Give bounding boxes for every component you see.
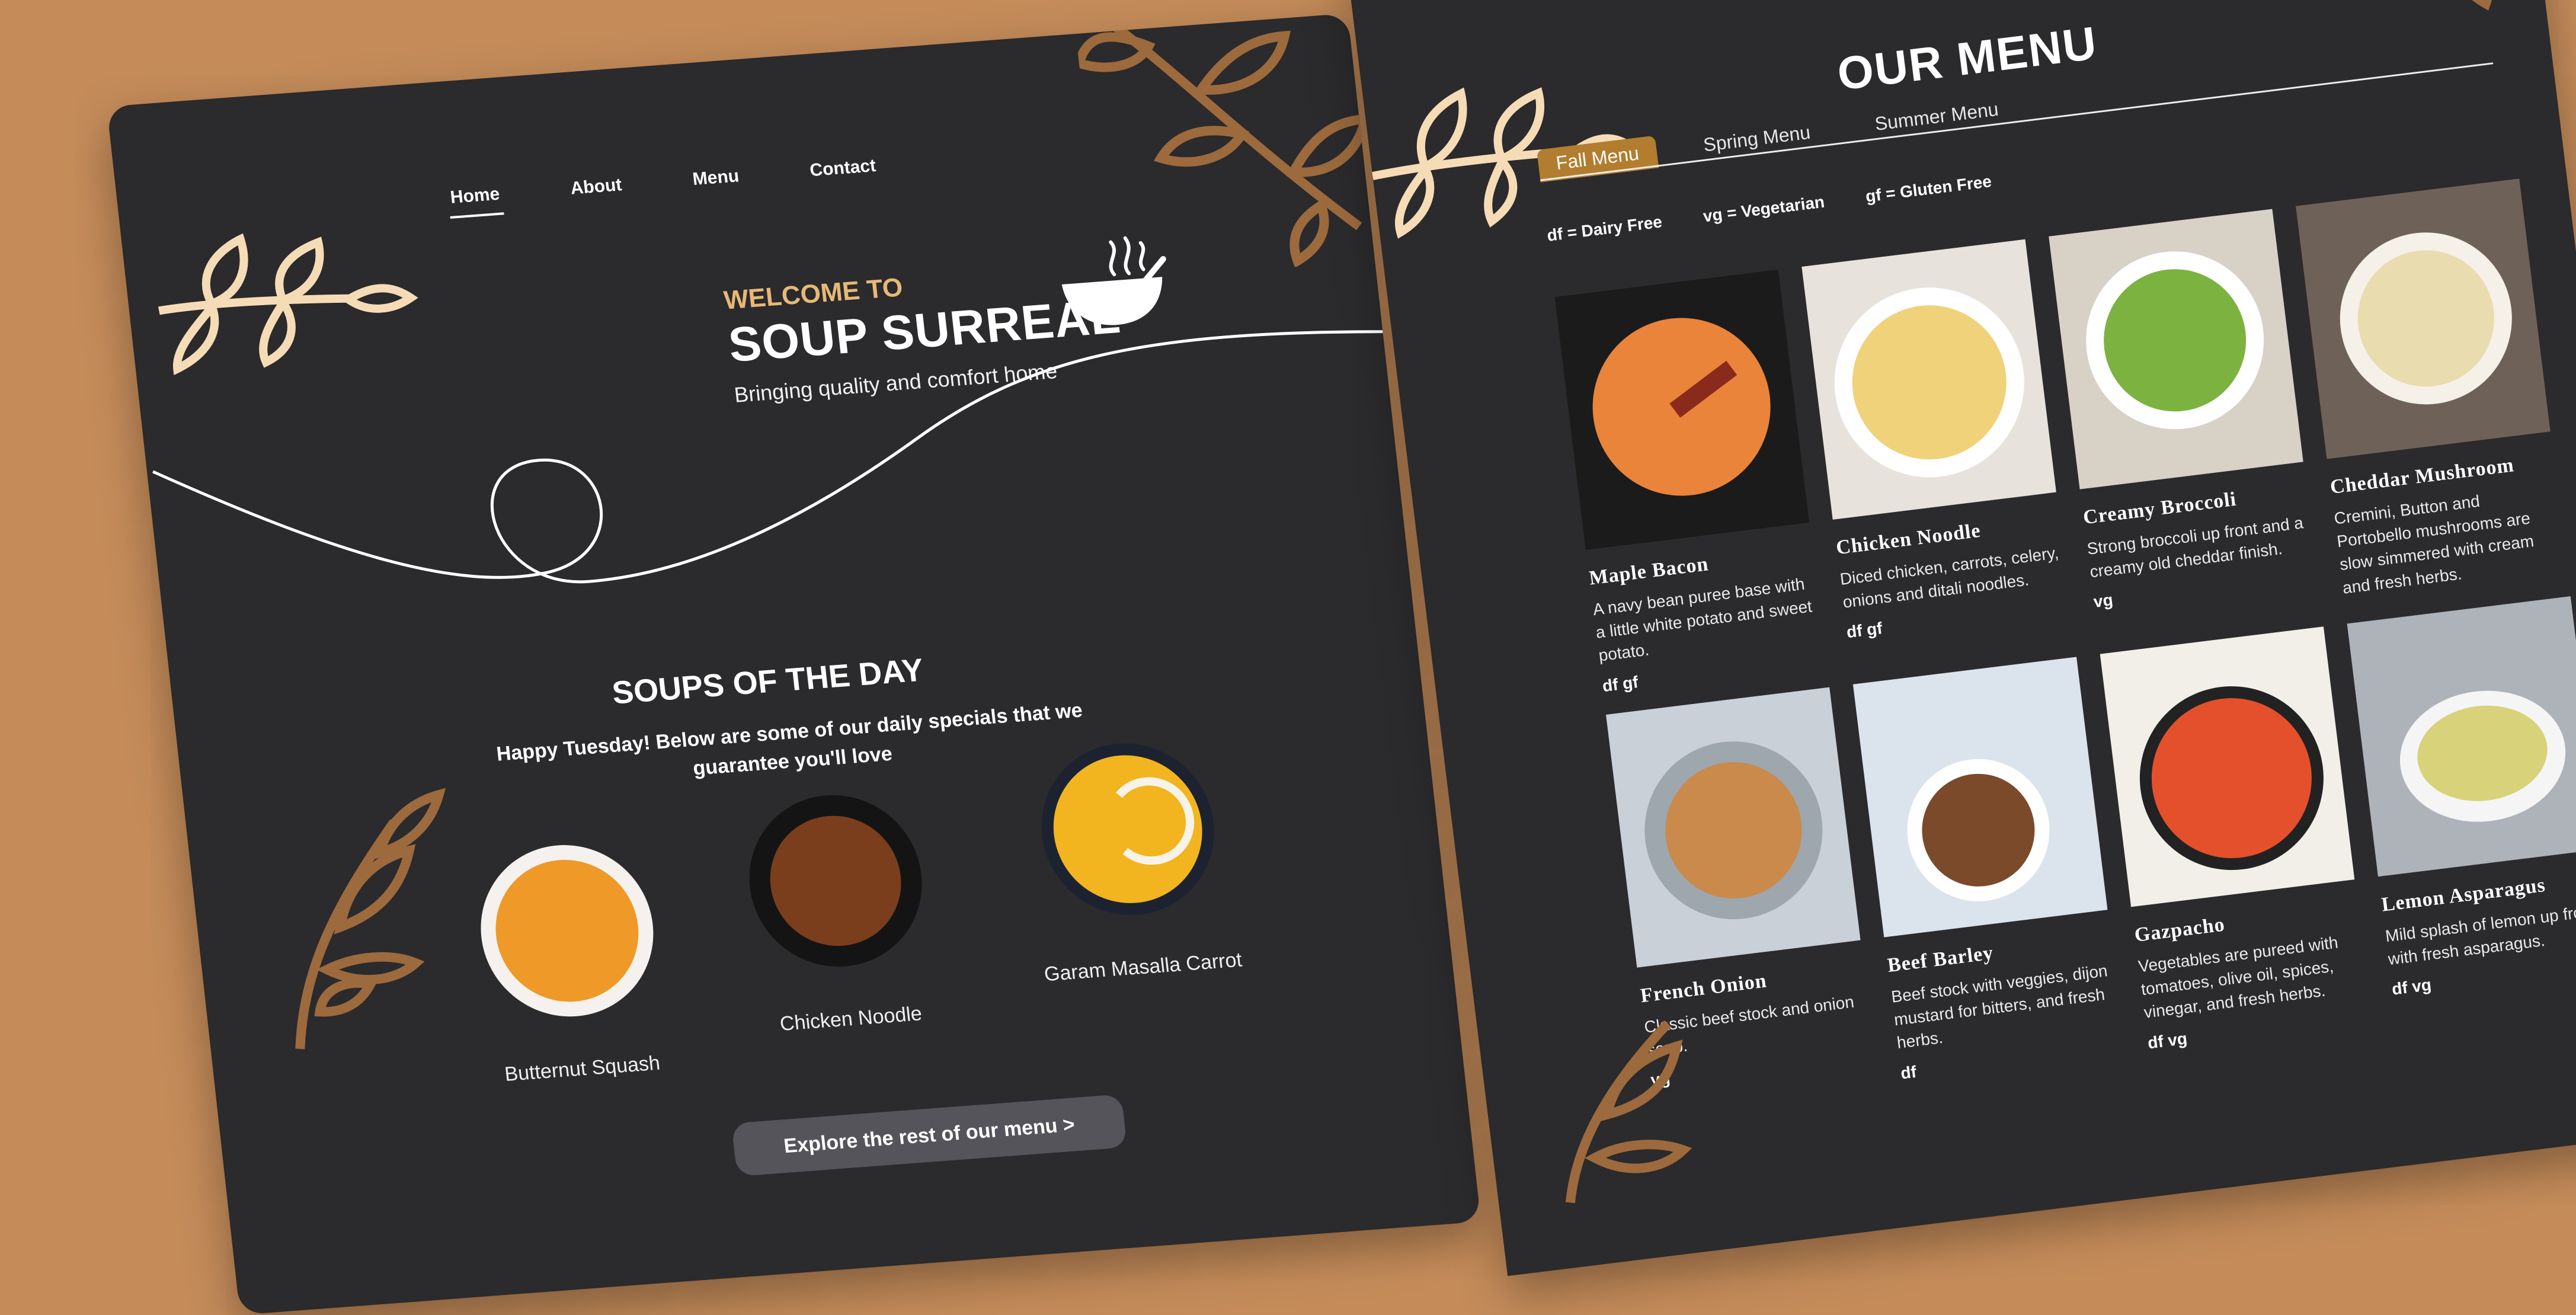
nav-menu[interactable]: Menu	[692, 166, 741, 200]
menu-title: OUR MENU	[1834, 16, 2100, 100]
soup-card[interactable]: Garam Masalla Carrot	[1000, 735, 1263, 988]
tab-summer-menu[interactable]: Summer Menu	[1855, 91, 2018, 143]
menu-item-photo	[1554, 269, 1810, 551]
soup-image	[740, 789, 931, 973]
leaf-branch-icon	[1565, 1020, 1692, 1204]
nav-contact[interactable]: Contact	[809, 156, 878, 191]
menu-item-photo	[2347, 596, 2576, 877]
menu-item-photo	[2100, 626, 2355, 907]
explore-menu-button[interactable]: Explore the rest of our menu >	[731, 1094, 1128, 1177]
menu-item-description: Cremini, Button and Portobello mushrooms…	[2332, 491, 2535, 597]
menu-item-photo	[1801, 239, 2056, 520]
menu-item-card[interactable]: Chicken Noodle Diced chicken, carrots, c…	[1801, 239, 2071, 642]
leaf-branch-icon	[158, 233, 418, 376]
menu-item-card[interactable]: Beef Barley Beef stock with veggies, dij…	[1852, 657, 2126, 1083]
tab-underline	[1540, 62, 2494, 181]
soup-card[interactable]: Butternut Squash	[440, 836, 702, 1089]
soup-name: Butternut Squash	[503, 1051, 661, 1086]
home-page-mockup: Home About Menu Contact WELCOME TO SOUP …	[107, 13, 1481, 1315]
menu-item-card[interactable]: Lemon Asparagus Mild splash of lemon up …	[2347, 596, 2576, 999]
nav-home[interactable]: Home	[449, 184, 502, 219]
menu-item-photo	[2296, 178, 2551, 459]
soups-of-the-day-title: SOUPS OF THE DAY	[610, 652, 926, 711]
legend-gluten-free: gf = Gluten Free	[1864, 172, 1993, 206]
soup-name: Chicken Noodle	[779, 1002, 923, 1036]
menu-page-mockup: OUR MENU Fall Menu Spring Menu Summer Me…	[1345, 0, 2576, 1276]
menu-item-photo	[1852, 657, 2108, 938]
tab-spring-menu[interactable]: Spring Menu	[1684, 114, 1830, 164]
menu-item-photo	[2049, 209, 2303, 489]
soup-card[interactable]: Chicken Noodle	[708, 786, 971, 1039]
menu-item-photo	[1605, 687, 1861, 968]
nav-about[interactable]: About	[569, 175, 624, 209]
menu-item-card[interactable]: Gazpacho Vegetables are pureed with toma…	[2100, 626, 2373, 1052]
soup-image	[1032, 737, 1223, 922]
menu-item-card[interactable]: Cheddar Mushroom Cremini, Button and Por…	[2296, 178, 2569, 609]
menu-item-card[interactable]: Maple Bacon A navy bean puree base with …	[1554, 269, 1827, 696]
soup-image	[472, 839, 663, 1023]
leaf-branch-icon	[2443, 0, 2493, 11]
legend-vegetarian: vg = Vegetarian	[1702, 192, 1826, 226]
menu-item-card[interactable]: Creamy Broccoli Strong broccoli up front…	[2049, 209, 2318, 612]
main-nav: Home About Menu Contact	[449, 156, 878, 219]
soup-name: Garam Masalla Carrot	[1043, 948, 1243, 986]
